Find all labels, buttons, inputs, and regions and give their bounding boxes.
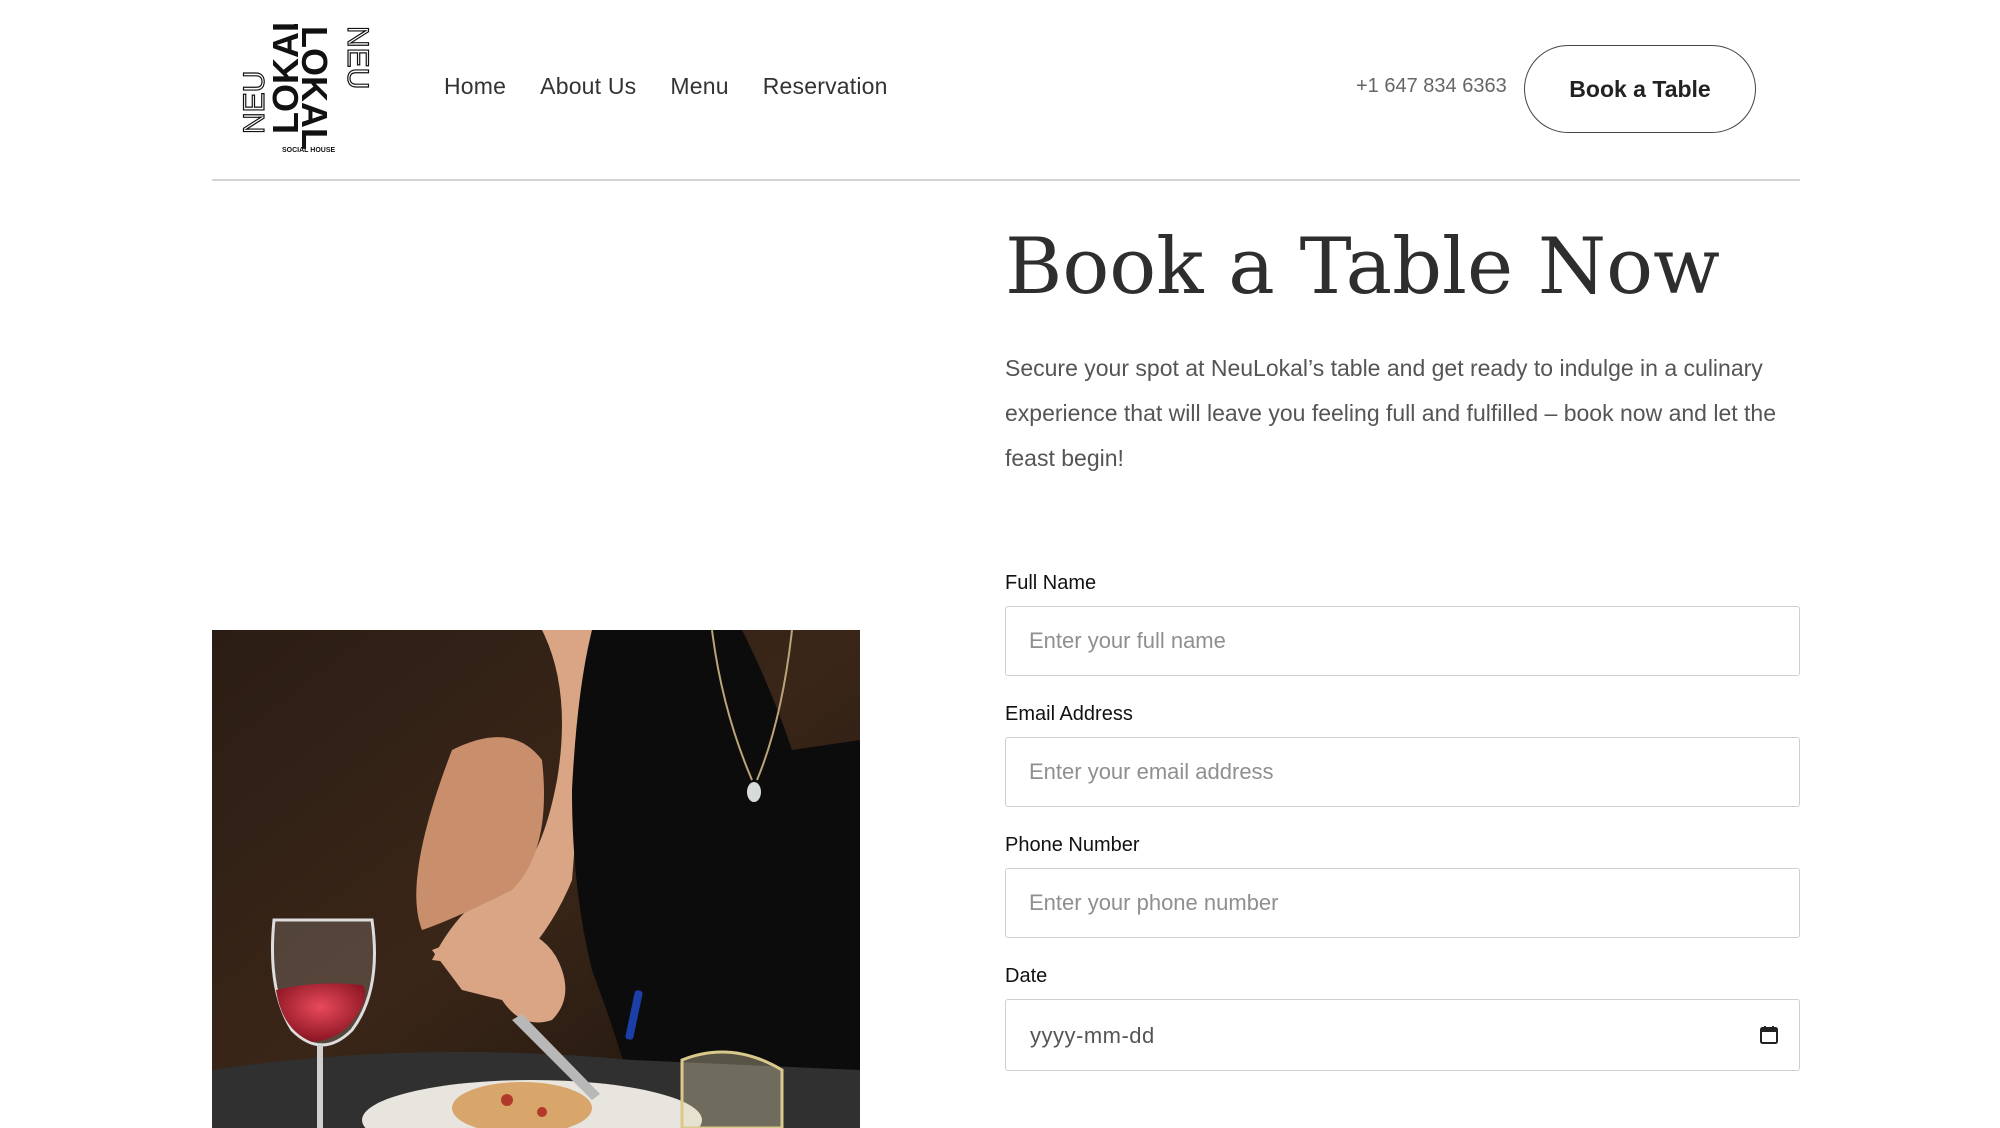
- nav-home[interactable]: Home: [444, 73, 506, 100]
- main-nav: Home About Us Menu Reservation: [444, 73, 888, 100]
- full-name-field: Full Name: [1005, 572, 1800, 676]
- phone-number[interactable]: +1 647 834 6363: [1356, 75, 1507, 98]
- phone-label: Phone Number: [1005, 834, 1140, 856]
- site-header: NEU LOKAL LOKAL NEU SOCIAL HOUSE Home Ab…: [212, 0, 1800, 181]
- date-placeholder: yyyy-mm-dd: [1030, 1023, 1155, 1048]
- full-name-label: Full Name: [1005, 572, 1097, 594]
- date-label: Date: [1005, 965, 1048, 987]
- page: NEU LOKAL LOKAL NEU SOCIAL HOUSE Home Ab…: [0, 0, 2000, 1128]
- dining-photo: [212, 630, 860, 1128]
- email-label: Email Address: [1005, 703, 1133, 725]
- logo-lokal-b: LOKAL: [294, 26, 335, 150]
- dining-photo-illustration: [212, 630, 860, 1128]
- calendar-icon[interactable]: [1759, 1025, 1779, 1045]
- phone-input[interactable]: [1005, 868, 1800, 938]
- brand-logo[interactable]: NEU LOKAL LOKAL NEU SOCIAL HOUSE: [234, 10, 384, 154]
- reservation-form: Full Name Email Address Phone Number Dat…: [1005, 572, 1800, 1098]
- logo-mark: NEU LOKAL LOKAL NEU SOCIAL HOUSE: [237, 10, 374, 154]
- email-input[interactable]: [1005, 737, 1800, 807]
- book-a-table-button[interactable]: Book a Table: [1524, 45, 1756, 133]
- logo-tagline: SOCIAL HOUSE: [282, 147, 335, 154]
- date-field: Date yyyy-mm-dd: [1005, 965, 1800, 1071]
- date-input[interactable]: yyyy-mm-dd: [1005, 999, 1800, 1071]
- hero-description: Secure your spot at NeuLokal’s table and…: [1005, 355, 1776, 471]
- phone-field: Phone Number: [1005, 834, 1800, 938]
- nav-about-us[interactable]: About Us: [540, 73, 636, 100]
- full-name-input[interactable]: [1005, 606, 1800, 676]
- email-field: Email Address: [1005, 703, 1800, 807]
- nav-reservation[interactable]: Reservation: [763, 73, 888, 100]
- page-title: Book a Table Now: [1005, 222, 1720, 312]
- nav-menu[interactable]: Menu: [670, 73, 728, 100]
- logo-neu-right: NEU: [341, 26, 374, 89]
